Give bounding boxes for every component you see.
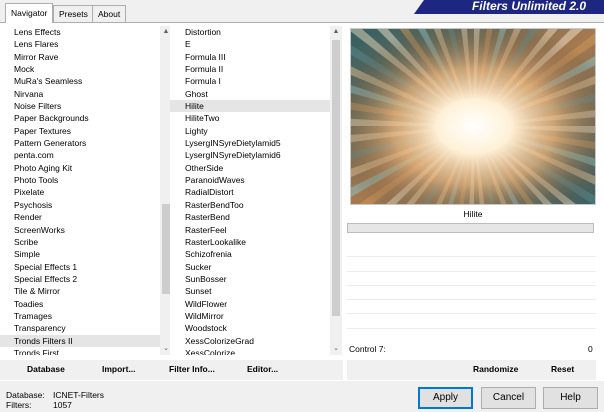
- control-row: [347, 243, 596, 258]
- category-item[interactable]: penta.com: [0, 149, 160, 161]
- filter-item[interactable]: SunBosser: [170, 273, 342, 285]
- progress-bar: [347, 223, 594, 233]
- randomize-button[interactable]: Randomize: [473, 364, 518, 374]
- database-button[interactable]: Database: [27, 364, 65, 374]
- category-item[interactable]: Transparency: [0, 322, 160, 334]
- filter-item[interactable]: Schizofrenia: [170, 248, 342, 260]
- category-item[interactable]: Toadies: [0, 298, 160, 310]
- category-item[interactable]: Pixelate: [0, 186, 160, 198]
- filter-info-button[interactable]: Filter Info...: [169, 364, 215, 374]
- database-info: Database: ICNET-Filters: [6, 390, 104, 400]
- reset-button[interactable]: Reset: [551, 364, 574, 374]
- category-item[interactable]: Lens Effects: [0, 26, 160, 38]
- filters-count-info: Filters: 1057: [6, 400, 72, 410]
- filter-item[interactable]: Sunset: [170, 285, 342, 297]
- filter-item[interactable]: LysergINSyreDietylamid5: [170, 137, 342, 149]
- scroll-down-arrow-icon[interactable]: ⌄: [330, 343, 342, 355]
- category-item[interactable]: Mirror Rave: [0, 51, 160, 63]
- editor-button[interactable]: Editor...: [247, 364, 278, 374]
- category-item[interactable]: Tronds First: [0, 347, 160, 355]
- category-item[interactable]: Pattern Generators: [0, 137, 160, 149]
- filter-preview-image: [350, 28, 596, 205]
- scroll-thumb[interactable]: [332, 40, 340, 316]
- filter-item[interactable]: Formula I: [170, 75, 342, 87]
- filter-item[interactable]: Woodstock: [170, 322, 342, 334]
- filter-item[interactable]: ParanoidWaves: [170, 174, 342, 186]
- control-row: [347, 272, 596, 286]
- database-info-label: Database:: [6, 390, 45, 400]
- control-row: [347, 257, 596, 272]
- filter-item[interactable]: Ghost: [170, 88, 342, 100]
- filter-item[interactable]: E: [170, 38, 342, 50]
- apply-button[interactable]: Apply: [418, 387, 473, 409]
- control-7-value: 0: [588, 344, 593, 354]
- import-button[interactable]: Import...: [102, 364, 136, 374]
- filter-item[interactable]: Sucker: [170, 261, 342, 273]
- database-info-value: ICNET-Filters: [53, 390, 104, 400]
- filter-item[interactable]: LysergINSyreDietylamid6: [170, 149, 342, 161]
- tab-strip: Navigator Presets About Filters Unlimite…: [0, 0, 604, 23]
- filter-item[interactable]: XessColorizeGrad: [170, 335, 342, 347]
- filter-scrollbar[interactable]: ▲ ⌄: [330, 26, 342, 355]
- category-item[interactable]: Photo Aging Kit: [0, 162, 160, 174]
- filter-item[interactable]: Lighty: [170, 125, 342, 137]
- navigator-panel: Lens Effects Lens Flares Mirror Rave Mock Mu…: [0, 22, 604, 381]
- category-item[interactable]: Paper Textures: [0, 125, 160, 137]
- category-item[interactable]: Scribe: [0, 236, 160, 248]
- category-item[interactable]: Special Effects 1: [0, 261, 160, 273]
- filter-item[interactable]: HiliteTwo: [170, 112, 342, 124]
- control-7-label: Control 7:: [349, 344, 386, 354]
- control-row: [347, 300, 596, 315]
- tab-about[interactable]: About: [92, 5, 127, 22]
- control-row: [347, 286, 596, 301]
- category-item[interactable]: Photo Tools: [0, 174, 160, 186]
- filter-item[interactable]: XessColorize: [170, 347, 342, 355]
- category-item[interactable]: MuRa's Seamless: [0, 75, 160, 87]
- title-banner: Filters Unlimited 2.0: [414, 0, 604, 14]
- filter-item[interactable]: RasterFeel: [170, 224, 342, 236]
- navigator-button-bar: Database Import... Filter Info... Editor…: [0, 360, 343, 380]
- help-button[interactable]: Help: [543, 387, 598, 409]
- filter-item[interactable]: Hilite: [170, 100, 342, 113]
- filter-item[interactable]: RasterBend: [170, 211, 342, 223]
- category-item[interactable]: Tramages: [0, 310, 160, 322]
- category-item[interactable]: Render: [0, 211, 160, 223]
- category-item[interactable]: Paper Backgrounds: [0, 112, 160, 124]
- tab-presets[interactable]: Presets: [53, 5, 94, 22]
- filter-item[interactable]: Formula III: [170, 51, 342, 63]
- filter-item[interactable]: RadialDistort: [170, 186, 342, 198]
- category-item[interactable]: Simple: [0, 248, 160, 260]
- category-item[interactable]: Tronds Filters II: [0, 334, 160, 347]
- filter-item[interactable]: WildMirror: [170, 310, 342, 322]
- filters-count-label: Filters:: [6, 400, 32, 410]
- filter-item[interactable]: WildFlower: [170, 298, 342, 310]
- filter-item[interactable]: Formula II: [170, 63, 342, 75]
- filter-item[interactable]: RasterLookalike: [170, 236, 342, 248]
- category-item[interactable]: Special Effects 2: [0, 273, 160, 285]
- category-item[interactable]: Tile & Mirror: [0, 285, 160, 297]
- control-button-bar: Randomize Reset: [347, 360, 596, 380]
- scroll-thumb[interactable]: [162, 204, 170, 294]
- category-item[interactable]: Nirvana: [0, 88, 160, 100]
- banner-title: Filters Unlimited 2.0: [471, 0, 586, 13]
- category-item[interactable]: ScreenWorks: [0, 224, 160, 236]
- tab-navigator[interactable]: Navigator: [5, 3, 54, 23]
- cancel-button[interactable]: Cancel: [481, 387, 536, 409]
- control-sliders-area: [347, 243, 596, 329]
- scroll-up-arrow-icon[interactable]: ▲: [330, 26, 342, 38]
- category-item[interactable]: Lens Flares: [0, 38, 160, 50]
- filter-item[interactable]: OtherSide: [170, 162, 342, 174]
- filters-count-value: 1057: [53, 400, 72, 410]
- filter-item[interactable]: RasterBendToo: [170, 199, 342, 211]
- control-row: [347, 314, 596, 329]
- category-list[interactable]: Lens Effects Lens Flares Mirror Rave Mock Mu…: [0, 26, 160, 355]
- category-item[interactable]: Psychosis: [0, 199, 160, 211]
- category-item[interactable]: Noise Filters: [0, 100, 160, 112]
- category-item[interactable]: Mock: [0, 63, 160, 75]
- preview-filter-name: Hilite: [463, 209, 483, 219]
- filter-list[interactable]: Distortion E Formula III Formula II Formula …: [170, 26, 342, 355]
- filter-item[interactable]: Distortion: [170, 26, 342, 38]
